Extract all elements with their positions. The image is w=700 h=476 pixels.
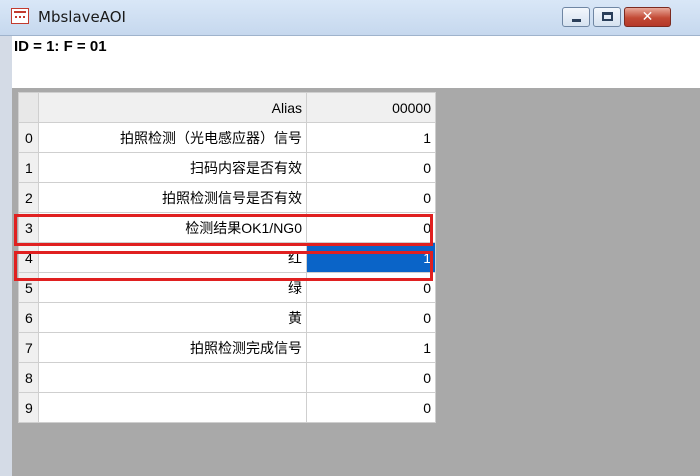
slave-info: ID = 1: F = 01: [14, 38, 107, 55]
value-cell[interactable]: 0: [306, 362, 436, 393]
highlight-box-row-3: [14, 214, 433, 246]
row-number[interactable]: 8: [18, 362, 39, 393]
window-frame-left: [0, 36, 12, 476]
row-number[interactable]: 0: [18, 122, 39, 153]
row-number[interactable]: 9: [18, 392, 39, 423]
table-row: 8 0: [18, 362, 436, 393]
minimize-button[interactable]: [562, 7, 590, 27]
value-cell[interactable]: 0: [306, 302, 436, 333]
alias-cell[interactable]: 黄: [38, 302, 307, 333]
alias-cell[interactable]: 拍照检测信号是否有效: [38, 182, 307, 213]
maximize-icon: [602, 12, 613, 21]
corner-cell[interactable]: [18, 92, 39, 123]
app-icon[interactable]: [11, 8, 29, 24]
close-button[interactable]: ✕: [624, 7, 671, 27]
value-cell[interactable]: 0: [306, 392, 436, 423]
value-cell[interactable]: 0: [306, 152, 436, 183]
alias-cell[interactable]: 扫码内容是否有效: [38, 152, 307, 183]
table-row: 6 黄 0: [18, 302, 436, 333]
alias-cell[interactable]: 拍照检测完成信号: [38, 332, 307, 363]
alias-cell[interactable]: 拍照检测（光电感应器）信号: [38, 122, 307, 153]
table-row: 9 0: [18, 392, 436, 423]
alias-cell[interactable]: [38, 392, 307, 423]
table-row: 7 拍照检测完成信号 1: [18, 332, 436, 363]
row-number[interactable]: 6: [18, 302, 39, 333]
row-number[interactable]: 2: [18, 182, 39, 213]
value-column-header[interactable]: 00000: [306, 92, 436, 123]
table-row: 1 扫码内容是否有效 0: [18, 152, 436, 183]
window-title: MbslaveAOI: [38, 8, 126, 26]
value-cell[interactable]: 1: [306, 122, 436, 153]
alias-column-header[interactable]: Alias: [38, 92, 307, 123]
maximize-button[interactable]: [593, 7, 621, 27]
alias-cell[interactable]: [38, 362, 307, 393]
header-row: Alias 00000: [18, 92, 436, 123]
value-cell[interactable]: 0: [306, 182, 436, 213]
title-bar[interactable]: MbslaveAOI ✕: [0, 0, 700, 36]
info-panel: ID = 1: F = 01: [12, 36, 700, 88]
app-window: MbslaveAOI ✕ ID = 1: F = 01 Alias 00000 …: [0, 0, 700, 476]
close-icon: ✕: [641, 9, 654, 25]
table-row: 0 拍照检测（光电感应器）信号 1: [18, 122, 436, 153]
row-number[interactable]: 1: [18, 152, 39, 183]
minimize-icon: [572, 19, 581, 22]
value-cell[interactable]: 1: [306, 332, 436, 363]
table-row: 2 拍照检测信号是否有效 0: [18, 182, 436, 213]
highlight-box-row-4: [14, 251, 433, 281]
row-number[interactable]: 7: [18, 332, 39, 363]
